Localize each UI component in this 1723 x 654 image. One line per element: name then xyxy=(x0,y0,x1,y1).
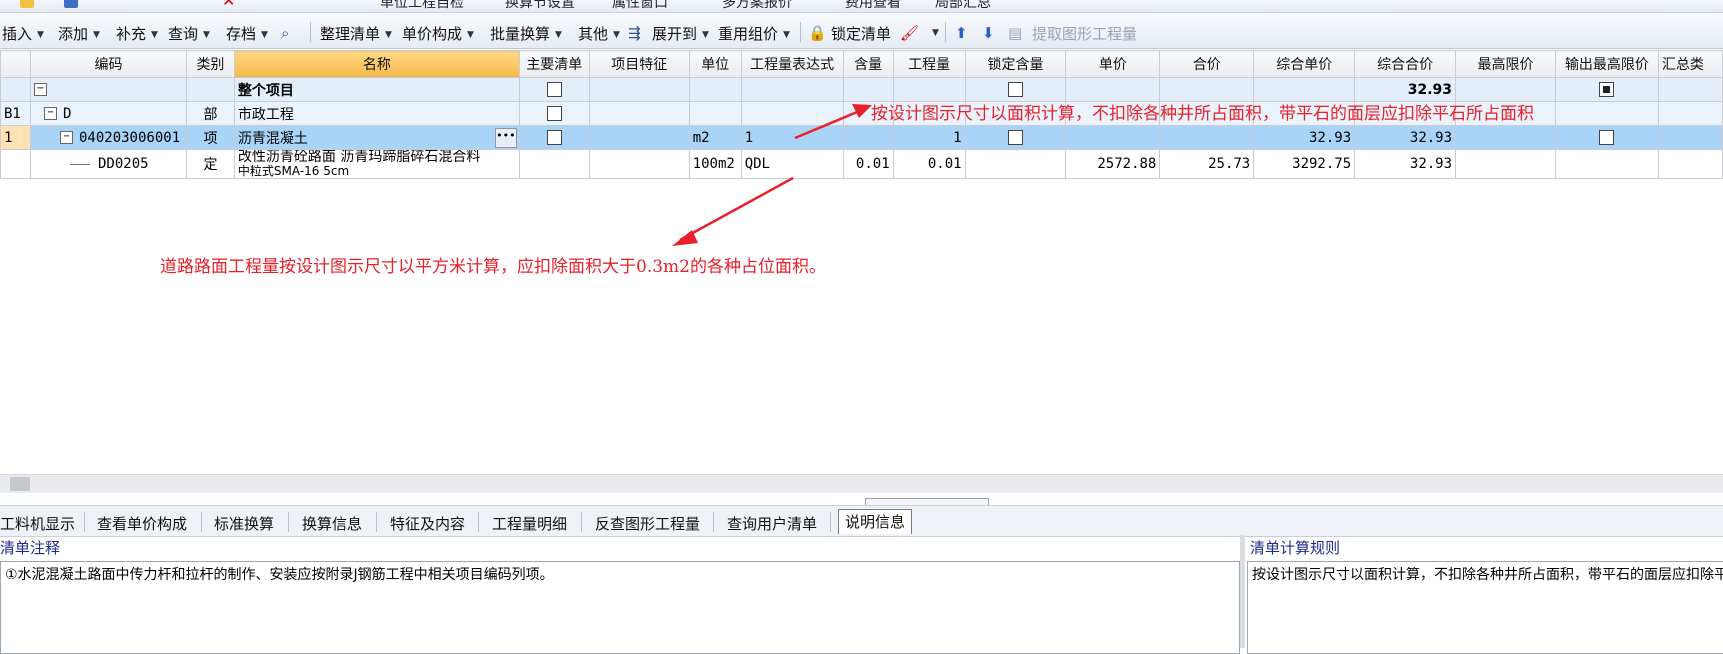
calc-rule-title: 清单计算规则 xyxy=(1250,539,1341,557)
tab-labor-material[interactable]: 工料机显示 xyxy=(0,513,75,534)
tab-separator xyxy=(84,512,85,532)
calc-rule-panel[interactable]: 按设计图示尺寸以面积计算，不扣除各种井所占面积，带平石的面层应扣除平石所占面积 xyxy=(1247,561,1723,654)
tab-reverse-graphic[interactable]: 反查图形工程量 xyxy=(595,513,700,534)
tab-separator xyxy=(713,512,714,532)
tab-separator xyxy=(581,512,582,532)
list-notes-panel[interactable]: ①水泥混凝土路面中传力杆和拉杆的制作、安装应按附录J钢筋工程中相关项目编码列项。 xyxy=(0,561,1240,654)
horizontal-scrollbar[interactable] xyxy=(0,474,1723,493)
tab-user-list[interactable]: 查询用户清单 xyxy=(727,513,817,534)
list-notes-title: 清单注释 xyxy=(0,539,61,557)
tab-separator xyxy=(376,512,377,532)
tab-separator xyxy=(830,512,831,532)
scrollbar-thumb[interactable] xyxy=(10,477,30,491)
calc-rule-text: 按设计图示尺寸以面积计算，不扣除各种井所占面积，带平石的面层应扣除平石所占面积 xyxy=(1252,567,1723,583)
vertical-splitter[interactable] xyxy=(1240,535,1245,648)
bottom-tab-bar: 工料机显示 查看单价构成 标准换算 换算信息 特征及内容 工程量明细 反查图形工… xyxy=(0,505,1723,537)
list-notes-text: ①水泥混凝土路面中传力杆和拉杆的制作、安装应按附录J钢筋工程中相关项目编码列项。 xyxy=(5,567,554,583)
tab-separator xyxy=(288,512,289,532)
arrow-head-top xyxy=(852,104,872,118)
tab-unit-price-composition[interactable]: 查看单价构成 xyxy=(97,513,187,534)
arrow-line-middle xyxy=(679,176,794,242)
tab-description[interactable]: 说明信息 xyxy=(838,509,913,534)
tab-features-content[interactable]: 特征及内容 xyxy=(390,513,465,534)
tab-conversion-info[interactable]: 换算信息 xyxy=(302,513,362,534)
tab-separator xyxy=(478,512,479,532)
annotation-middle: 道路路面工程量按设计图示尺寸以平方米计算，应扣除面积大于0.3m2的各种占位面积… xyxy=(160,257,826,277)
tab-separator xyxy=(201,512,202,532)
tab-standard-conversion[interactable]: 标准换算 xyxy=(214,513,274,534)
tab-quantity-detail[interactable]: 工程量明细 xyxy=(492,513,567,534)
arrow-line-top xyxy=(794,108,863,140)
annotation-arrows xyxy=(672,104,872,246)
annotation-top: 按设计图示尺寸以面积计算，不扣除各种井所占面积，带平石的面层应扣除平石所占面积 xyxy=(871,104,1534,124)
